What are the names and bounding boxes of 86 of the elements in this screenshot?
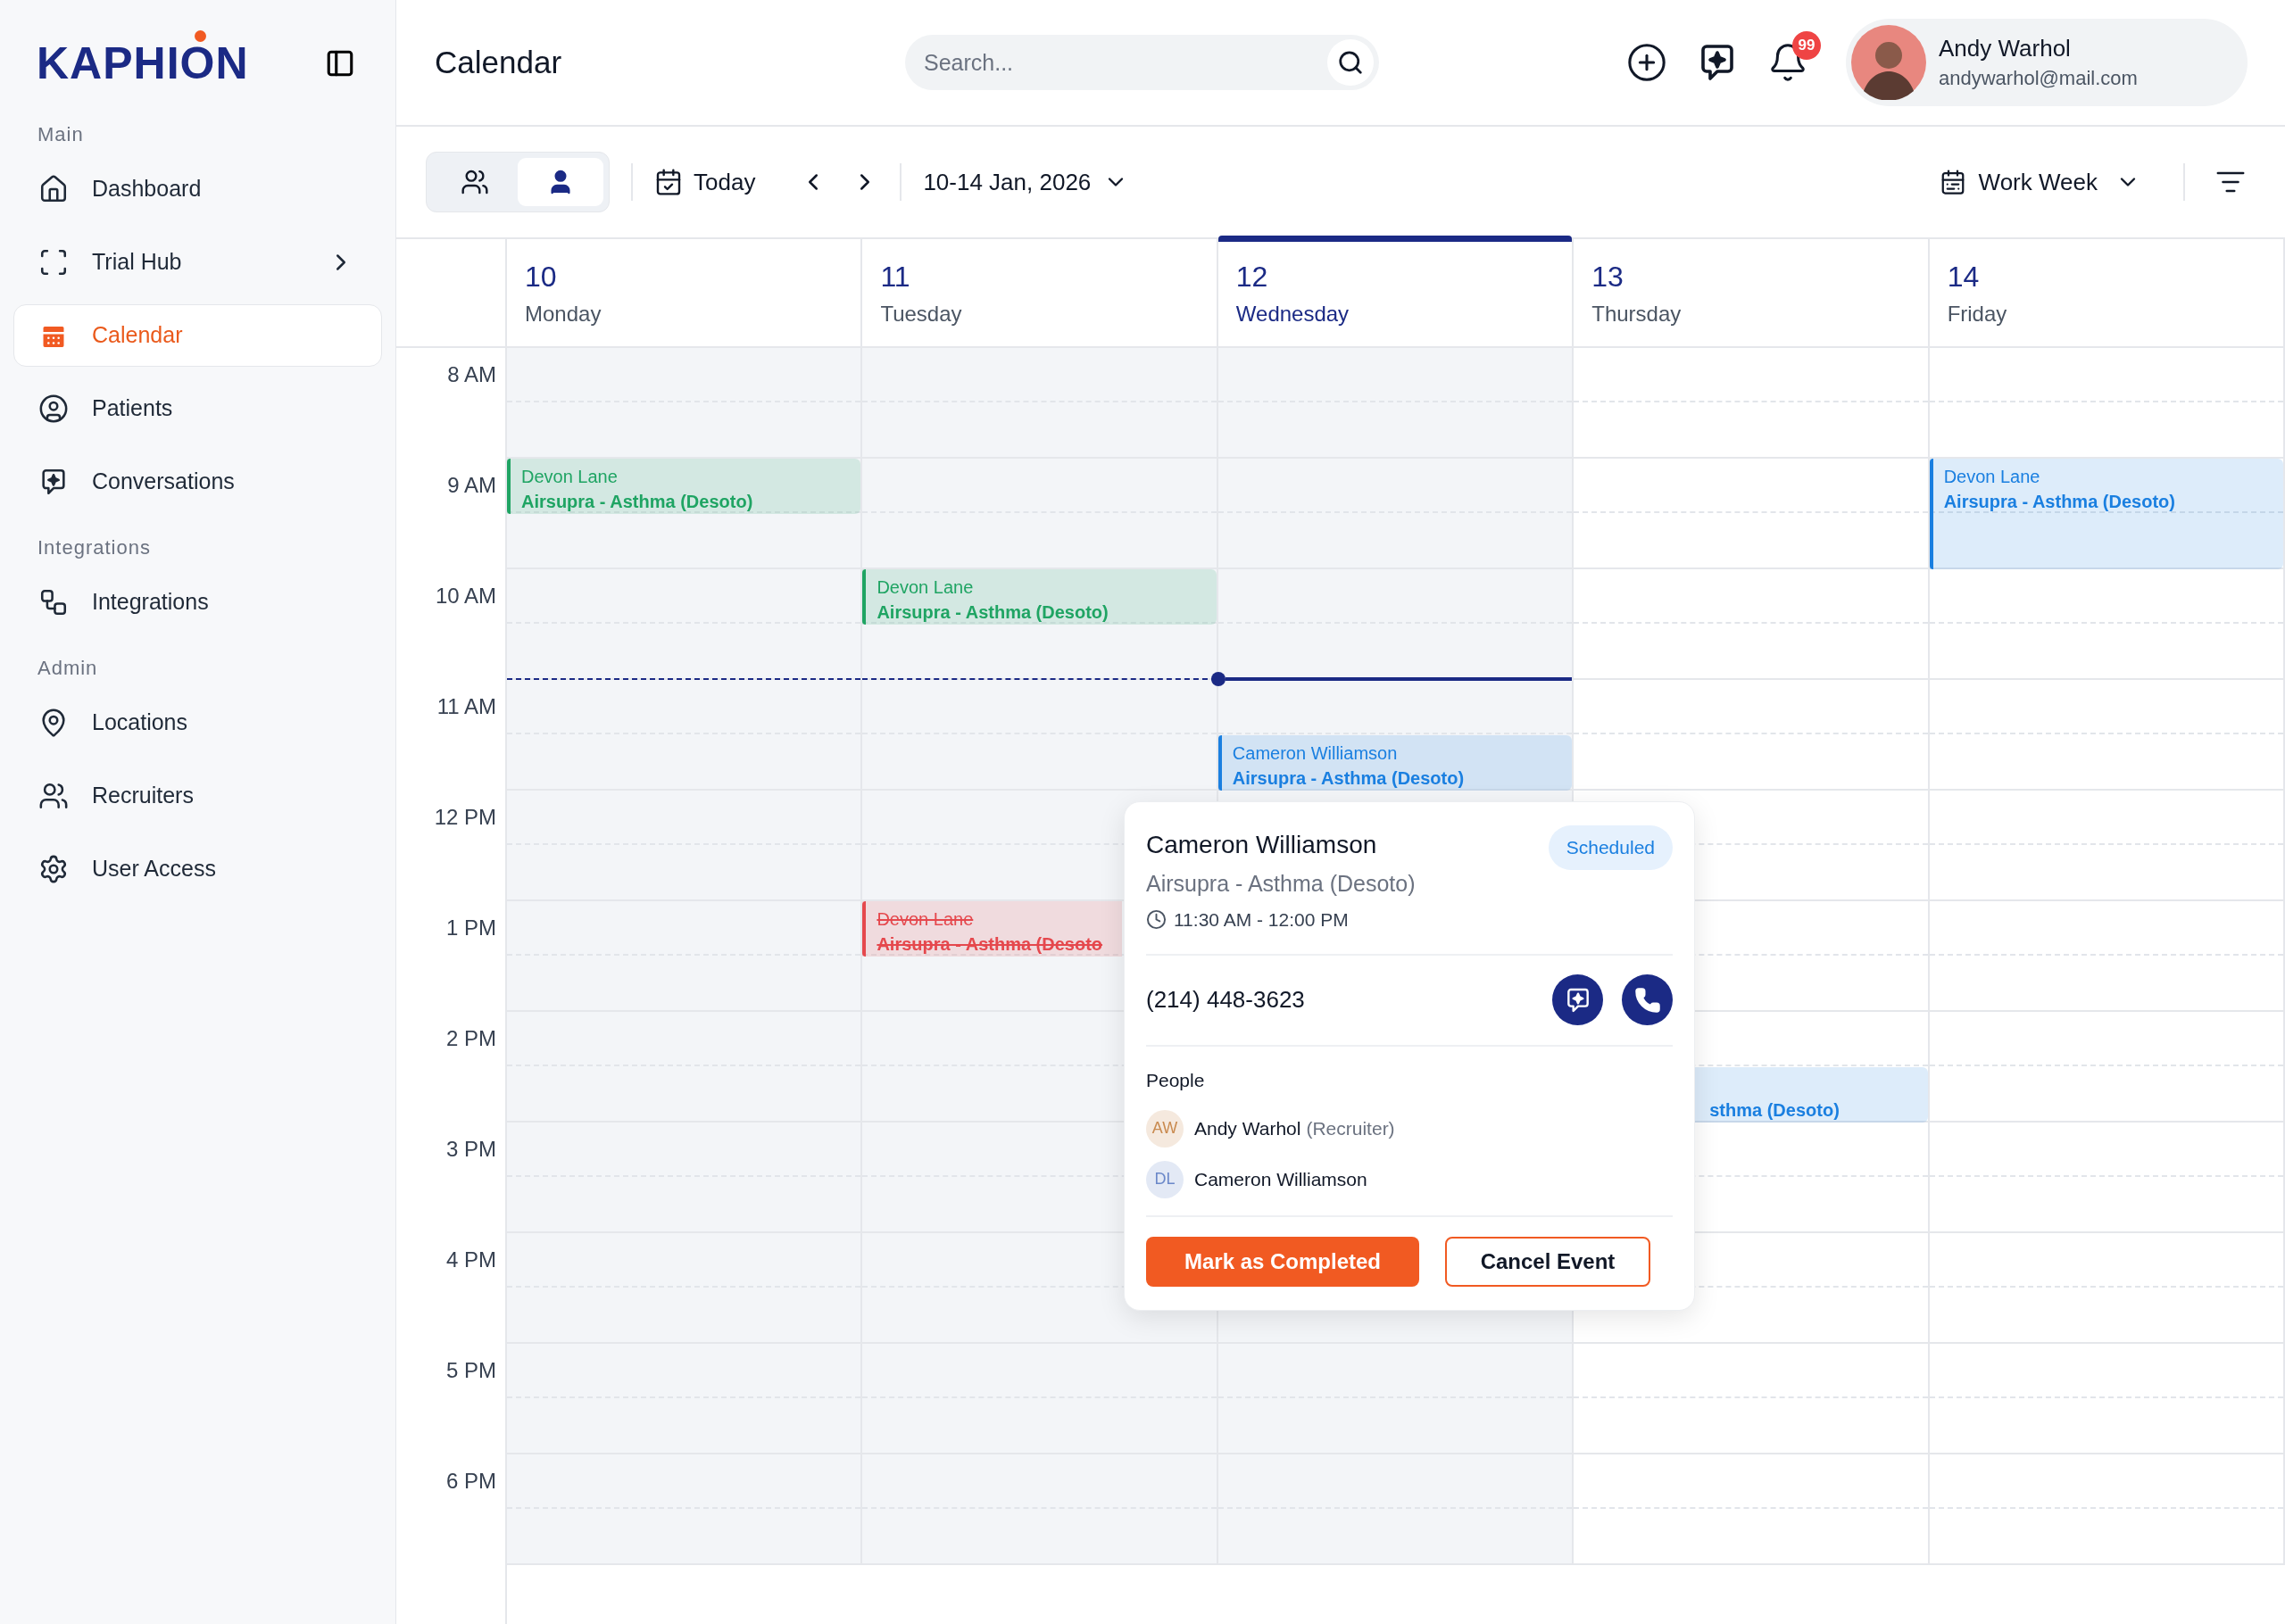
day-name: Thursday (1591, 301, 1683, 327)
popover-title: Cameron Williamson (1146, 830, 1378, 860)
nav-item[interactable]: Trial Hub (13, 231, 382, 294)
users-icon (461, 168, 489, 196)
day-number: 11 (880, 260, 911, 294)
event-title: Devon Lane (1943, 466, 2040, 488)
hour-label: 8 AM (447, 361, 496, 387)
section-label: Main (37, 122, 85, 147)
day-number: 12 (1235, 260, 1269, 294)
day-number: 14 (1947, 260, 1981, 294)
event-title: Devon Lane (521, 466, 618, 488)
phone-number: (214) 448-3623 (1146, 985, 1306, 1015)
event-title: Devon Lane (877, 908, 974, 931)
logo: KAPHION (37, 38, 249, 88)
day-header[interactable]: 13 Thursday (1574, 239, 1930, 348)
scan-icon (38, 247, 69, 278)
user-profile[interactable]: Andy Warhol andywarhol@mail.com (1846, 19, 2248, 106)
date-range-dropdown[interactable]: 10-14 Jan, 2026 (923, 164, 1129, 200)
day-header[interactable]: 10 Monday (507, 239, 863, 348)
sidebar-toggle-icon[interactable] (325, 48, 355, 79)
event-detail: Airsupra - Asthma (Desoto) (521, 491, 753, 513)
clock-icon (1146, 909, 1167, 931)
day-name: Monday (525, 301, 602, 327)
hour-label: 12 PM (434, 804, 496, 830)
event-detail: Airsupra - Asthma (Desoto) (1943, 491, 2175, 513)
day-name: Friday (1947, 301, 2008, 327)
event-detail: Airsupra - Asthma (Desoto (877, 933, 1103, 956)
nav-item[interactable]: Integrations (13, 571, 382, 634)
hour-label: 5 PM (446, 1357, 496, 1383)
view-dropdown[interactable]: Work Week (1939, 164, 2140, 200)
users-icon (38, 781, 69, 811)
call-button[interactable] (1622, 974, 1673, 1025)
event-title: Cameron Williamson (1232, 742, 1398, 765)
day-name: Tuesday (880, 301, 963, 327)
notification-badge: 99 (1792, 31, 1821, 60)
user-email: andywarhol@mail.com (1939, 66, 2138, 91)
user-name: Andy Warhol (1939, 34, 2072, 63)
hour-label: 11 AM (436, 693, 496, 719)
nav-item[interactable]: Conversations (13, 451, 382, 513)
person-avatar: DL (1146, 1160, 1184, 1198)
hour-label: 3 PM (446, 1136, 496, 1162)
hour-label: 9 AM (447, 472, 496, 498)
message-button[interactable] (1552, 974, 1603, 1025)
search-icon (1337, 49, 1364, 76)
home-icon (38, 174, 69, 204)
nav-item[interactable]: Dashboard (13, 158, 382, 220)
day-header[interactable]: 14 Friday (1929, 239, 2285, 348)
secondary-button[interactable]: Cancel Event (1445, 1237, 1650, 1287)
workflow-icon (38, 587, 69, 617)
hour-label: 2 PM (446, 1025, 496, 1051)
hour-label: 6 PM (446, 1468, 496, 1494)
event-detail: Airsupra - Asthma (Desoto) (877, 601, 1109, 624)
person-avatar: AW (1146, 1109, 1184, 1148)
day-header[interactable]: 11 Tuesday (862, 239, 1218, 348)
user-circle-icon (38, 394, 69, 424)
day-number: 13 (1591, 260, 1624, 294)
nav-item[interactable]: Recruiters (13, 765, 382, 827)
person-name: Cameron Williamson (1194, 1167, 1367, 1191)
event-title: Devon Lane (877, 576, 974, 599)
section-label: Admin (37, 656, 99, 681)
section-label: Integrations (37, 535, 152, 560)
status-badge: Scheduled (1548, 825, 1673, 870)
nav-item[interactable]: User Access (13, 838, 382, 900)
people-heading: People (1146, 1068, 1206, 1092)
phone-icon (1633, 986, 1661, 1014)
nav-item[interactable]: Calendar (13, 304, 382, 367)
search-field[interactable]: Search... (905, 35, 1379, 90)
hour-label: 4 PM (446, 1247, 496, 1272)
view-toggle-button[interactable] (518, 158, 603, 206)
person-role: (Recruiter) (1306, 1116, 1395, 1140)
hour-label: 10 AM (435, 583, 496, 609)
nav-item[interactable]: Locations (13, 692, 382, 754)
day-number: 10 (525, 260, 558, 294)
person-name: Andy Warhol (1194, 1116, 1301, 1140)
today-button[interactable]: Today (654, 164, 756, 200)
event-time: 11:30 AM - 12:00 PM (1174, 908, 1349, 932)
day-name: Wednesday (1235, 301, 1350, 327)
hour-label: 1 PM (446, 915, 496, 940)
page-title: Calendar (435, 43, 563, 81)
popover-subtitle: Airsupra - Asthma (Desoto) (1146, 870, 1416, 898)
calendar-icon (654, 168, 683, 196)
event-detail: Airsupra - Asthma (Desoto) (1232, 767, 1465, 790)
settings-icon (38, 854, 69, 884)
add-icon[interactable] (1626, 42, 1667, 83)
event-detail: sthma (Desoto) (1709, 1099, 1840, 1122)
nav-item[interactable]: Patients (13, 377, 382, 440)
